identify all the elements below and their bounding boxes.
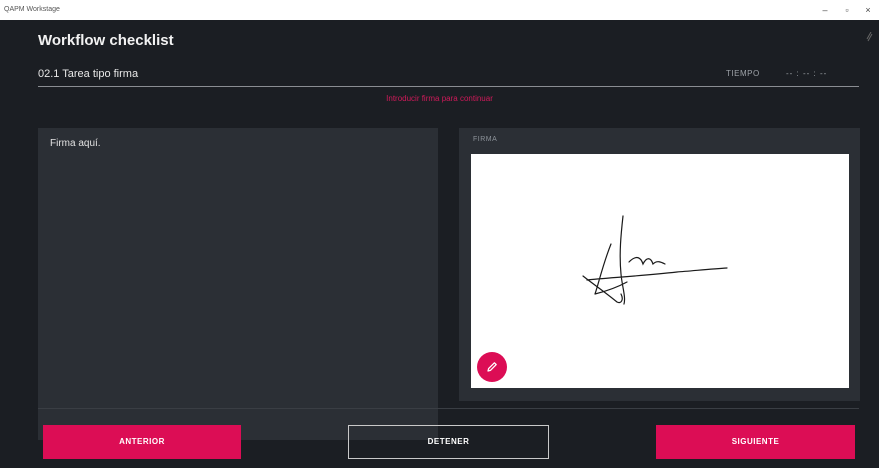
- validation-message: Introducir firma para continuar: [386, 94, 493, 103]
- workflow-app: Workflow checklist 02.1 Tarea tipo firma…: [0, 20, 879, 468]
- instructions-panel: Firma aquí.: [38, 128, 438, 440]
- pencil-icon: [487, 362, 497, 372]
- task-header: 02.1 Tarea tipo firma TIEMPO -- : -- : -…: [38, 66, 859, 87]
- edit-signature-button[interactable]: [477, 352, 507, 382]
- minimize-icon[interactable]: –: [818, 3, 832, 17]
- signature-label: FIRMA: [473, 136, 498, 143]
- instructions-text: Firma aquí.: [50, 138, 101, 149]
- bottom-divider: [38, 408, 859, 409]
- time-label: TIEMPO: [726, 69, 760, 78]
- page-title: Workflow checklist: [38, 32, 174, 49]
- next-button[interactable]: SIGUIENTE: [656, 425, 855, 459]
- maximize-icon[interactable]: ▫: [840, 3, 854, 17]
- previous-button[interactable]: ANTERIOR: [43, 425, 241, 459]
- stop-button[interactable]: DETENER: [348, 425, 549, 459]
- signature-panel: FIRMA: [459, 128, 860, 401]
- task-title: 02.1 Tarea tipo firma: [38, 68, 139, 80]
- close-icon[interactable]: ×: [861, 3, 875, 17]
- attachment-icon[interactable]: [866, 31, 874, 42]
- app-name: QAPM Workstage: [4, 6, 60, 13]
- time-value: -- : -- : --: [786, 69, 828, 78]
- signature-stroke: [582, 215, 728, 305]
- window-titlebar: QAPM Workstage – ▫ ×: [0, 0, 879, 20]
- signature-pad[interactable]: [471, 154, 849, 388]
